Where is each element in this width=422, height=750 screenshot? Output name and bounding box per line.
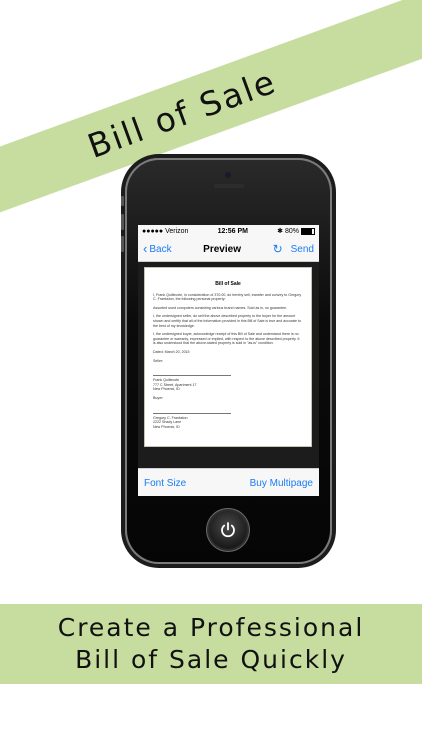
volume-down-button [121,236,124,252]
battery-area: ✱ 80% [277,227,315,235]
buyer-label: Buyer: [153,395,164,400]
page-title: Preview [203,243,241,255]
earpiece-speaker [214,184,244,188]
document-title: Bill of Sale [215,281,241,287]
buy-multipage-button[interactable]: Buy Multipage [250,478,313,489]
font-size-button[interactable]: Font Size [144,478,186,489]
time-label: 12:56 PM [217,227,248,235]
phone-screen: ●●●●● Verizon 12:56 PM ✱ 80% ‹ Back Prev… [138,225,319,496]
bill-of-sale-document: Bill of Sale I, Frank Quillecote, in con… [144,267,312,447]
seller-label: Seller: [153,358,164,363]
buyer-signature-line [153,405,231,414]
document-preview[interactable]: Bill of Sale I, Frank Quillecote, in con… [138,262,319,468]
battery-icon [301,227,315,235]
top-banner-text: Bill of Sale [82,61,282,166]
back-label: Back [149,243,172,255]
nav-actions: ↻ Send [273,242,314,256]
document-paragraph: I, Frank Quillecote, in consideration of… [153,292,302,302]
buyer-city: New Phoenix, ID [153,424,180,429]
battery-percent: 80% [284,227,299,235]
bottom-toolbar: Font Size Buy Multipage [138,468,319,496]
bottom-banner-line2: Bill of Sale Quickly [75,645,347,674]
bottom-banner-line1: Create a Professional [57,613,365,642]
document-date: Dated: March 20, 2015 [153,349,190,354]
navigation-bar: ‹ Back Preview ↻ Send [138,237,319,262]
document-paragraph: Assorted used computers consisting vario… [153,305,288,310]
mute-switch [121,196,124,206]
power-icon [221,522,235,538]
bottom-banner: Create a Professional Bill of Sale Quick… [0,604,422,684]
seller-signature-line [153,367,231,377]
back-button[interactable]: ‹ Back [143,241,172,256]
status-bar: ●●●●● Verizon 12:56 PM ✱ 80% [138,225,319,237]
document-paragraph: I, the undersigned buyer, acknowledge re… [153,332,300,346]
volume-up-button [121,214,124,230]
refresh-icon[interactable]: ↻ [273,242,283,256]
bluetooth-icon: ✱ [277,228,283,235]
carrier-label: ●●●●● Verizon [142,227,189,235]
document-paragraph: I, the undersigned seller, do sell the a… [153,314,302,328]
seller-city: New Phoenix, ID [153,387,180,392]
send-button[interactable]: Send [291,244,314,255]
chevron-left-icon: ‹ [143,241,148,256]
front-camera [225,172,231,178]
home-button[interactable] [209,511,247,549]
